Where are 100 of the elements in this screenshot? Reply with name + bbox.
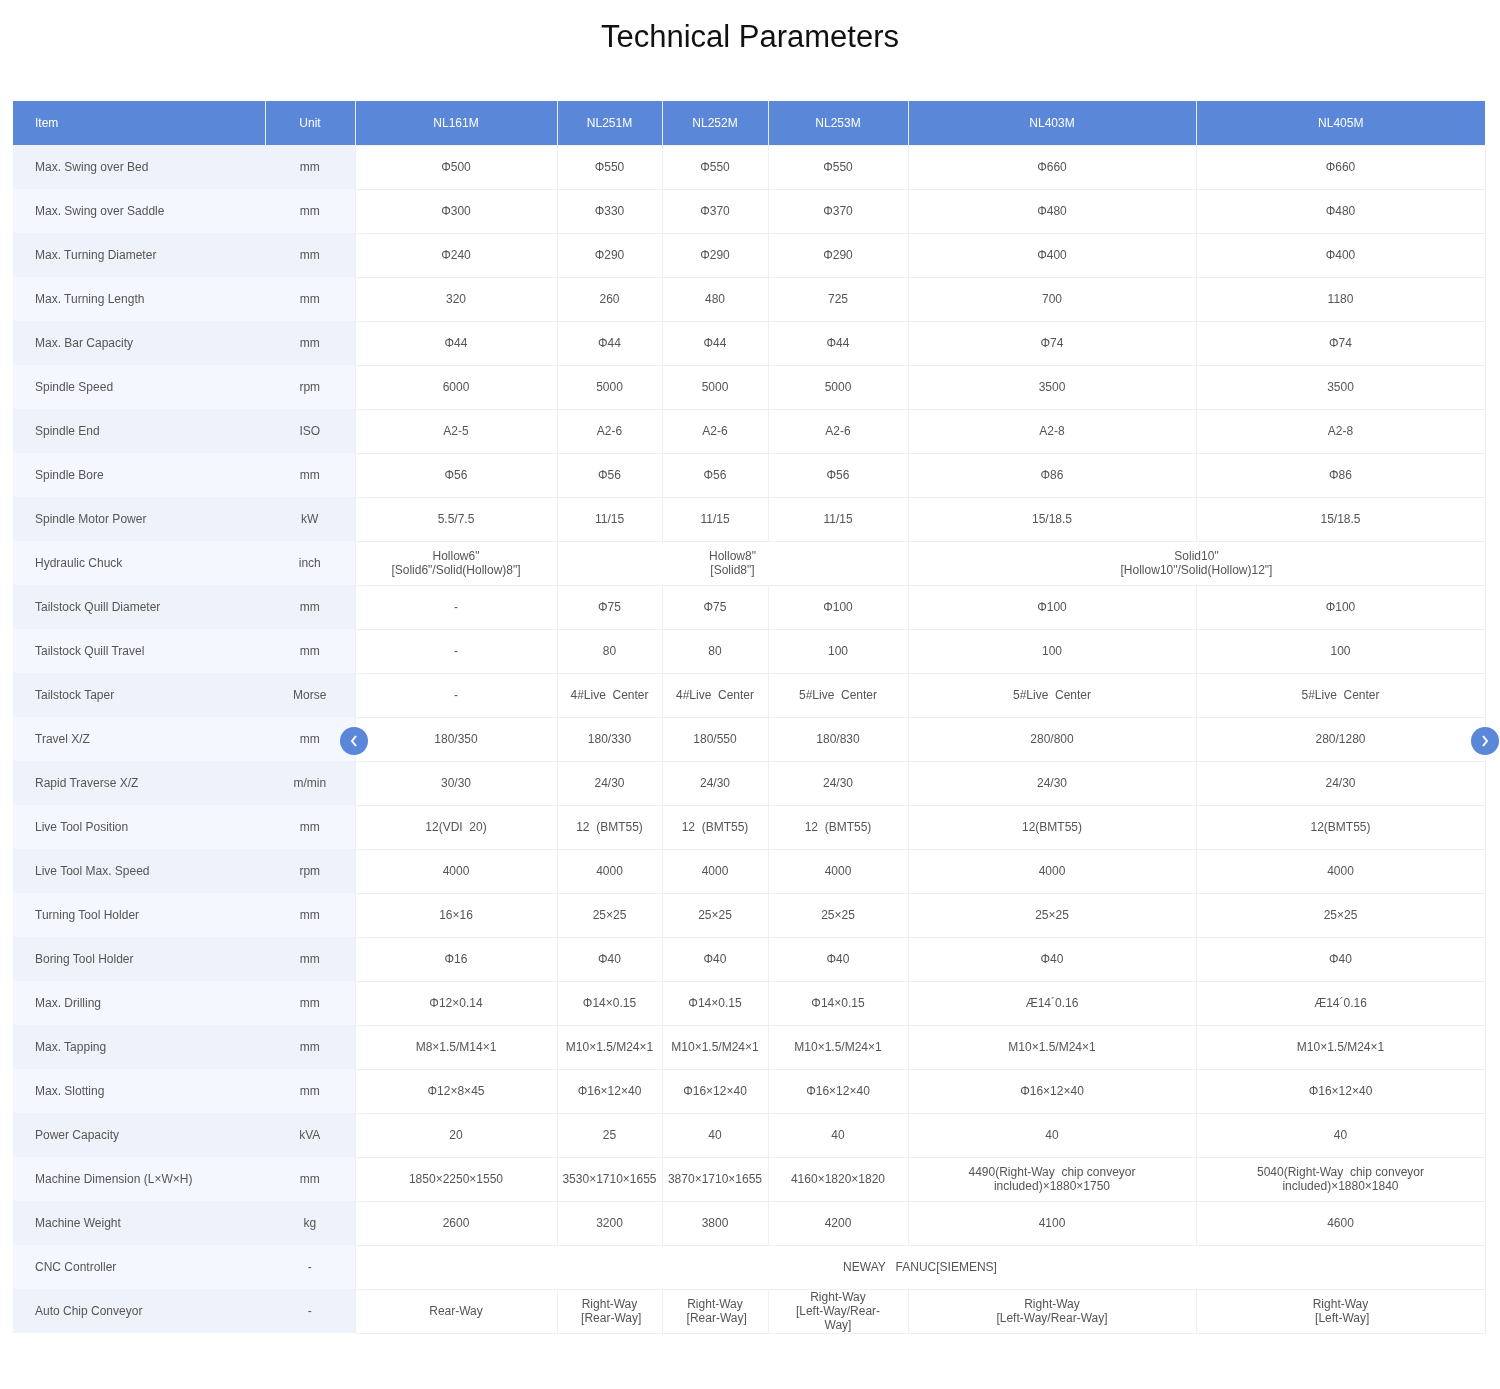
value-cell: 40 bbox=[908, 1113, 1196, 1158]
parameter-name: Max. Turning Length bbox=[13, 277, 265, 322]
unit-cell: m/min bbox=[265, 761, 355, 806]
unit-cell: mm bbox=[265, 233, 355, 278]
parameter-name: Tailstock Quill Travel bbox=[13, 629, 265, 674]
value-cell: 3870×1710×1655 bbox=[662, 1157, 768, 1202]
value-cell: 100 bbox=[1196, 629, 1485, 674]
value-cell: 11/15 bbox=[557, 497, 662, 542]
value-cell: 40 bbox=[662, 1113, 768, 1158]
value-cell: Hollow6" [Solid6"/Solid(Hollow)8"] bbox=[355, 541, 557, 586]
value-cell: Φ240 bbox=[355, 233, 557, 278]
value-cell: 5#Live Center bbox=[768, 673, 908, 718]
value-cell: Φ40 bbox=[1196, 937, 1485, 982]
parameter-name: Hydraulic Chuck bbox=[13, 541, 265, 586]
value-cell: Φ14×0.15 bbox=[557, 981, 662, 1026]
unit-cell: rpm bbox=[265, 849, 355, 894]
value-cell: Φ56 bbox=[662, 453, 768, 498]
value-cell: 25×25 bbox=[662, 893, 768, 938]
chevron-left-icon bbox=[350, 735, 358, 748]
value-cell: Φ75 bbox=[557, 585, 662, 630]
value-cell: 5000 bbox=[557, 365, 662, 410]
unit-cell: mm bbox=[265, 453, 355, 498]
column-header: Unit bbox=[265, 101, 355, 146]
value-cell: Φ86 bbox=[1196, 453, 1485, 498]
value-cell: 16×16 bbox=[355, 893, 557, 938]
value-cell: A2-6 bbox=[557, 409, 662, 454]
value-cell: Φ480 bbox=[1196, 189, 1485, 234]
value-cell: 12(VDI 20) bbox=[355, 805, 557, 850]
parameter-name: Max. Swing over Saddle bbox=[13, 189, 265, 234]
value-cell: M10×1.5/M24×1 bbox=[662, 1025, 768, 1070]
value-cell: 180/330 bbox=[557, 717, 662, 762]
value-cell: 24/30 bbox=[662, 761, 768, 806]
value-cell: 3500 bbox=[1196, 365, 1485, 410]
unit-cell: mm bbox=[265, 321, 355, 366]
value-cell: 20 bbox=[355, 1113, 557, 1158]
column-header: NL161M bbox=[355, 101, 557, 146]
value-cell: Φ370 bbox=[662, 189, 768, 234]
value-cell: 3800 bbox=[662, 1201, 768, 1246]
unit-cell: Morse bbox=[265, 673, 355, 718]
value-cell: 3200 bbox=[557, 1201, 662, 1246]
value-cell: - bbox=[355, 673, 557, 718]
value-cell: 24/30 bbox=[557, 761, 662, 806]
value-cell: 25 bbox=[557, 1113, 662, 1158]
value-cell: A2-8 bbox=[1196, 409, 1485, 454]
column-header: NL252M bbox=[662, 101, 768, 146]
value-cell: 4490(Right-Way chip conveyor included)×1880×1750 bbox=[908, 1157, 1196, 1202]
unit-cell: mm bbox=[265, 937, 355, 982]
value-cell: Φ12×0.14 bbox=[355, 981, 557, 1026]
value-cell: Φ44 bbox=[768, 321, 908, 366]
value-cell: Right-Way [Left-Way] bbox=[1196, 1289, 1485, 1334]
parameter-name: Travel X/Z bbox=[13, 717, 265, 762]
value-cell: Φ500 bbox=[355, 145, 557, 190]
unit-cell: mm bbox=[265, 1025, 355, 1070]
value-cell: Φ290 bbox=[662, 233, 768, 278]
value-cell: 5000 bbox=[768, 365, 908, 410]
unit-cell: mm bbox=[265, 629, 355, 674]
value-cell: A2-5 bbox=[355, 409, 557, 454]
value-cell: 11/15 bbox=[662, 497, 768, 542]
value-cell: 4000 bbox=[662, 849, 768, 894]
unit-cell: mm bbox=[265, 893, 355, 938]
value-cell: Right-Way [Rear-Way] bbox=[662, 1289, 768, 1334]
value-cell: 5#Live Center bbox=[908, 673, 1196, 718]
value-cell: Solid10" [Hollow10"/Solid(Hollow)12"] bbox=[908, 541, 1485, 586]
next-button[interactable] bbox=[1471, 727, 1499, 756]
value-cell: Φ14×0.15 bbox=[768, 981, 908, 1026]
value-cell: Φ100 bbox=[768, 585, 908, 630]
value-cell: Φ16 bbox=[355, 937, 557, 982]
value-cell: Φ74 bbox=[1196, 321, 1485, 366]
value-cell: 40 bbox=[768, 1113, 908, 1158]
unit-cell: - bbox=[265, 1289, 355, 1334]
column-header: Item bbox=[13, 101, 265, 146]
value-cell: 24/30 bbox=[908, 761, 1196, 806]
value-cell: 80 bbox=[557, 629, 662, 674]
value-cell: Æ14´0.16 bbox=[908, 981, 1196, 1026]
value-cell: Φ660 bbox=[1196, 145, 1485, 190]
value-cell: Φ44 bbox=[355, 321, 557, 366]
value-cell: 5.5/7.5 bbox=[355, 497, 557, 542]
value-cell: M8×1.5/M14×1 bbox=[355, 1025, 557, 1070]
parameter-name: Spindle Motor Power bbox=[13, 497, 265, 542]
value-cell: 30/30 bbox=[355, 761, 557, 806]
value-cell: 24/30 bbox=[1196, 761, 1485, 806]
value-cell: Hollow8" [Solid8"] bbox=[557, 541, 908, 586]
parameter-name: Live Tool Max. Speed bbox=[13, 849, 265, 894]
parameter-name: Tailstock Taper bbox=[13, 673, 265, 718]
parameter-name: Max. Turning Diameter bbox=[13, 233, 265, 278]
value-cell: M10×1.5/M24×1 bbox=[908, 1025, 1196, 1070]
unit-cell: kVA bbox=[265, 1113, 355, 1158]
column-header: NL405M bbox=[1196, 101, 1485, 146]
value-cell: - bbox=[355, 585, 557, 630]
unit-cell: mm bbox=[265, 277, 355, 322]
value-cell: Φ56 bbox=[355, 453, 557, 498]
previous-button[interactable] bbox=[340, 727, 368, 756]
unit-cell: mm bbox=[265, 585, 355, 630]
value-cell: 4#Live Center bbox=[557, 673, 662, 718]
value-cell: Æ14´0.16 bbox=[1196, 981, 1485, 1026]
value-cell: M10×1.5/M24×1 bbox=[1196, 1025, 1485, 1070]
value-cell: 4000 bbox=[355, 849, 557, 894]
column-header: NL403M bbox=[908, 101, 1196, 146]
value-cell: Φ14×0.15 bbox=[662, 981, 768, 1026]
value-cell: Φ100 bbox=[908, 585, 1196, 630]
